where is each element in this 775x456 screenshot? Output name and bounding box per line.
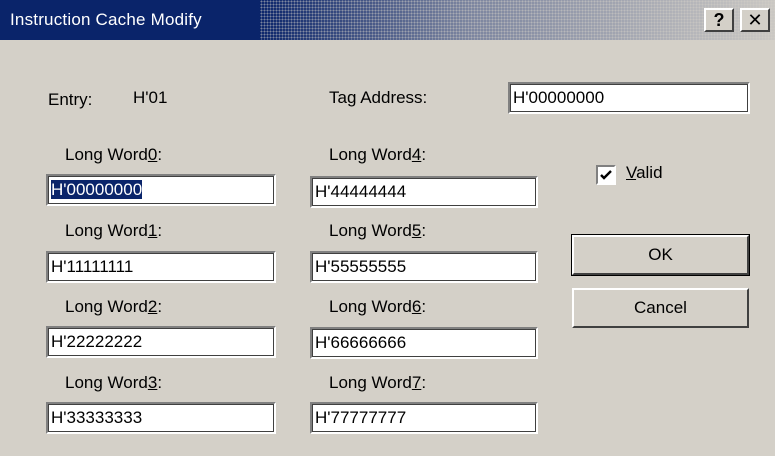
tag-address-value: H'00000000 [513,88,605,107]
long-word-3-label: Long Word3: [65,373,163,392]
window-title: Instruction Cache Modify [10,10,202,29]
close-button[interactable]: ✕ [740,8,770,32]
long-word-6-label: Long Word6: [329,297,427,316]
long-word-6-field[interactable]: H'66666666 [310,327,538,359]
valid-label[interactable]: Valid [626,163,663,183]
help-button[interactable]: ? [704,8,734,32]
instruction-cache-modify-dialog: Instruction Cache Modify ? ✕ Entry: H'01… [0,0,775,456]
long-word-3-value: H'33333333 [51,408,143,427]
valid-checkbox[interactable] [596,165,616,185]
long-word-2-label: Long Word2: [65,297,163,316]
long-word-6-value: H'66666666 [315,333,407,352]
title-bar[interactable]: Instruction Cache Modify [0,0,775,40]
tag-address-label: Tag Address: [329,88,428,107]
long-word-7-field[interactable]: H'77777777 [310,402,538,434]
long-word-7-value: H'77777777 [315,408,407,427]
tag-address-field[interactable]: H'00000000 [508,82,750,114]
long-word-5-field[interactable]: H'55555555 [310,251,538,283]
long-word-7-label: Long Word7: [329,373,427,392]
long-word-5-label: Long Word5: [329,221,427,240]
long-word-2-value: H'22222222 [51,332,143,351]
checkmark-icon [600,170,612,180]
long-word-5-value: H'55555555 [315,257,407,276]
long-word-2-field[interactable]: H'22222222 [46,326,276,358]
close-icon: ✕ [747,10,763,30]
help-icon: ? [713,10,725,30]
entry-value: H'01 [133,88,168,107]
long-word-4-value: H'44444444 [315,182,407,201]
cancel-button[interactable]: Cancel [572,288,749,328]
long-word-1-value: H'11111111 [51,257,134,276]
long-word-0-label: Long Word0: [65,145,163,164]
long-word-0-field[interactable]: H'00000000 [46,174,276,206]
long-word-4-field[interactable]: H'44444444 [310,176,538,208]
long-word-1-label: Long Word1: [65,221,163,240]
long-word-4-label: Long Word4: [329,145,427,164]
long-word-1-field[interactable]: H'11111111 [46,251,276,283]
long-word-0-value: H'00000000 [49,179,144,200]
ok-button[interactable]: OK [571,234,750,276]
long-word-3-field[interactable]: H'33333333 [46,402,276,434]
entry-label: Entry: [48,90,93,109]
